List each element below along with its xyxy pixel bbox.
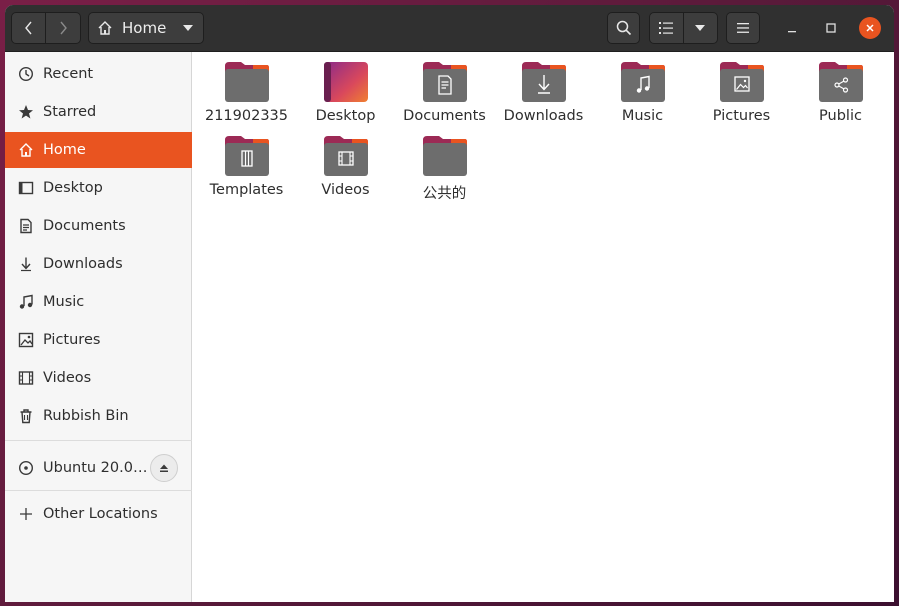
sidebar-item-recent[interactable]: Recent bbox=[5, 56, 192, 92]
sidebar-item-desktop[interactable]: Desktop bbox=[5, 170, 192, 206]
hamburger-menu-icon bbox=[737, 23, 749, 33]
document-icon bbox=[17, 217, 35, 235]
video-icon bbox=[17, 369, 35, 387]
file-manager-window: Home Recent Starred Home Desktop Documen… bbox=[5, 5, 894, 602]
search-icon bbox=[616, 20, 631, 36]
disc-icon bbox=[17, 459, 35, 477]
sidebar-item-label: Downloads bbox=[43, 256, 123, 272]
desktop-icon bbox=[17, 179, 35, 197]
sidebar-item-videos[interactable]: Videos bbox=[5, 360, 192, 396]
sidebar-item-label: Music bbox=[43, 294, 85, 310]
sidebar-item-home[interactable]: Home bbox=[5, 132, 192, 168]
download-icon bbox=[17, 255, 35, 273]
folder-item[interactable]: Documents bbox=[395, 60, 494, 130]
folder-item[interactable]: 公共的 bbox=[395, 134, 494, 204]
sidebar-item-ubuntu-volume[interactable]: Ubuntu 20.0… bbox=[5, 450, 192, 486]
sidebar-item-label: Desktop bbox=[43, 180, 103, 196]
maximize-icon bbox=[826, 23, 836, 33]
sidebar-item-label: Pictures bbox=[43, 332, 101, 348]
home-icon bbox=[17, 141, 35, 159]
item-label: Videos bbox=[321, 182, 370, 198]
folder-icon bbox=[422, 136, 467, 176]
star-icon bbox=[17, 103, 35, 121]
maximize-button[interactable] bbox=[820, 17, 842, 39]
folder-item[interactable]: Downloads bbox=[494, 60, 593, 130]
eject-button[interactable] bbox=[150, 454, 178, 482]
item-label: Downloads bbox=[503, 108, 584, 124]
view-options-button[interactable] bbox=[684, 13, 718, 43]
item-label: Templates bbox=[209, 182, 284, 198]
forward-button[interactable] bbox=[46, 13, 80, 43]
close-button[interactable] bbox=[859, 17, 881, 39]
folder-item[interactable]: Videos bbox=[296, 134, 395, 204]
list-view-button[interactable] bbox=[650, 13, 684, 43]
trash-icon bbox=[17, 407, 35, 425]
public-folder-icon bbox=[818, 62, 863, 102]
header-bar: Home bbox=[5, 5, 894, 52]
search-button[interactable] bbox=[607, 12, 640, 44]
back-button[interactable] bbox=[12, 13, 47, 43]
item-label: 211902335 bbox=[204, 108, 289, 124]
folder-item[interactable]: Pictures bbox=[692, 60, 791, 130]
folder-item[interactable]: Templates bbox=[197, 134, 296, 204]
eject-icon bbox=[160, 464, 168, 472]
sidebar-item-music[interactable]: Music bbox=[5, 284, 192, 320]
close-icon bbox=[866, 24, 874, 32]
videos-folder-icon bbox=[323, 136, 368, 176]
sidebar-item-label: Other Locations bbox=[43, 506, 158, 522]
sidebar-item-rubbish-bin[interactable]: Rubbish Bin bbox=[5, 398, 192, 434]
sidebar-item-label: Recent bbox=[43, 66, 94, 82]
minimize-icon bbox=[788, 31, 796, 33]
places-sidebar: Recent Starred Home Desktop Documents Do… bbox=[5, 52, 192, 602]
item-label: Pictures bbox=[712, 108, 771, 124]
sidebar-item-documents[interactable]: Documents bbox=[5, 208, 192, 244]
caret-down-icon bbox=[695, 25, 706, 31]
sidebar-item-label: Documents bbox=[43, 218, 126, 234]
sidebar-item-label: Videos bbox=[43, 370, 92, 386]
sidebar-item-other-locations[interactable]: Other Locations bbox=[5, 496, 192, 532]
folder-item[interactable]: Desktop bbox=[296, 60, 395, 130]
sidebar-item-label: Ubuntu 20.0… bbox=[43, 460, 148, 476]
item-label: Desktop bbox=[315, 108, 376, 124]
downloads-folder-icon bbox=[521, 62, 566, 102]
path-label: Home bbox=[122, 19, 167, 37]
view-buttons bbox=[649, 12, 718, 44]
sidebar-divider bbox=[5, 490, 192, 491]
item-label: Music bbox=[621, 108, 664, 124]
folder-icon bbox=[224, 62, 269, 102]
clock-icon bbox=[17, 65, 35, 83]
music-folder-icon bbox=[620, 62, 665, 102]
minimize-button[interactable] bbox=[781, 17, 803, 39]
location-path-button[interactable]: Home bbox=[88, 12, 204, 44]
home-icon bbox=[98, 21, 112, 35]
main-menu-button[interactable] bbox=[726, 12, 760, 44]
desktop-folder-icon bbox=[323, 62, 368, 102]
item-label: Documents bbox=[403, 108, 486, 124]
music-icon bbox=[17, 293, 35, 311]
plus-icon bbox=[17, 505, 35, 523]
sidebar-item-pictures[interactable]: Pictures bbox=[5, 322, 192, 358]
item-label: Public bbox=[819, 108, 862, 124]
folder-item[interactable]: 211902335 bbox=[197, 60, 296, 130]
sidebar-item-starred[interactable]: Starred bbox=[5, 94, 192, 130]
pictures-folder-icon bbox=[719, 62, 764, 102]
sidebar-item-label: Rubbish Bin bbox=[43, 408, 129, 424]
documents-folder-icon bbox=[422, 62, 467, 102]
templates-folder-icon bbox=[224, 136, 269, 176]
sidebar-item-label: Home bbox=[43, 142, 86, 158]
picture-icon bbox=[17, 331, 35, 349]
sidebar-divider bbox=[5, 440, 192, 441]
folder-item[interactable]: Music bbox=[593, 60, 692, 130]
sidebar-item-label: Starred bbox=[43, 104, 97, 120]
sidebar-item-downloads[interactable]: Downloads bbox=[5, 246, 192, 282]
chevron-left-icon bbox=[24, 21, 32, 35]
caret-down-icon bbox=[183, 25, 193, 31]
list-view-icon bbox=[659, 22, 674, 34]
item-label: 公共的 bbox=[422, 186, 467, 202]
folder-item[interactable]: Public bbox=[791, 60, 890, 130]
navigation-buttons bbox=[11, 12, 81, 44]
chevron-right-icon bbox=[60, 21, 67, 35]
file-grid: 211902335 Desktop Documents Downloads Mu… bbox=[193, 52, 894, 602]
